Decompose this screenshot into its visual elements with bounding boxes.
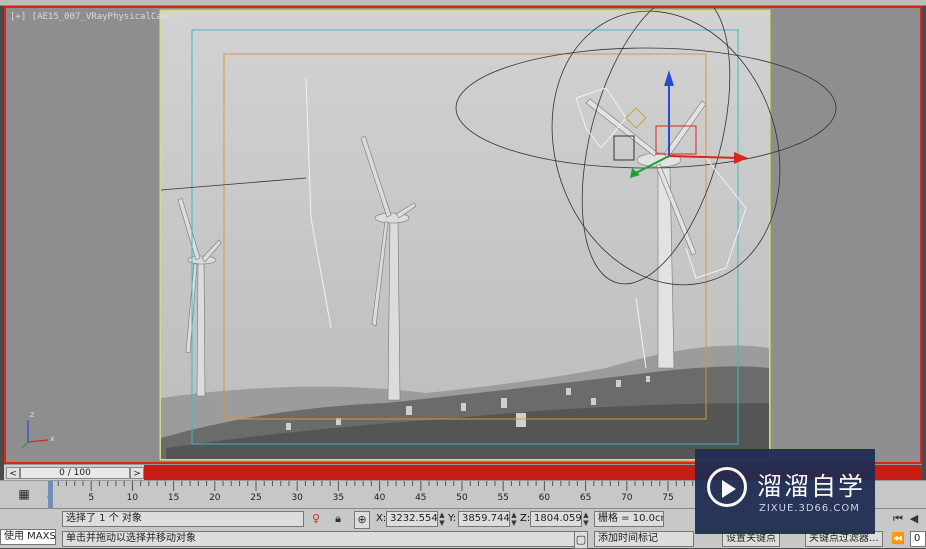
time-slider-prev-button[interactable]: < xyxy=(6,467,20,479)
ruler-tick-label: 40 xyxy=(373,493,386,503)
y-coord-spinner[interactable]: ▲ ▼ xyxy=(510,511,518,527)
ruler-tick-label: 55 xyxy=(497,493,509,503)
ruler-tick-label: 15 xyxy=(167,493,180,503)
ruler-tick-label: 5 xyxy=(88,493,95,503)
grid-size-display: 栅格 = 10.0cm xyxy=(594,511,664,527)
isolate-selection-icon[interactable]: ♀ xyxy=(308,511,324,527)
maxscript-listener-field[interactable]: 使用 MAXSc xyxy=(0,529,56,545)
axis-x-label: x xyxy=(50,434,55,443)
ruler-tick-label: 50 xyxy=(456,493,468,503)
ruler-tick-label: 25 xyxy=(250,493,262,503)
ruler-tick-label: 65 xyxy=(579,493,592,503)
absolute-mode-icon[interactable]: ⊕ xyxy=(354,511,370,529)
prev-frame-icon[interactable]: ◀ xyxy=(906,511,922,527)
viewport-label[interactable]: [+] [AE15_007_VRayPhysicalCam... xyxy=(10,12,183,22)
x-coord-field[interactable]: 3232.554c xyxy=(386,511,438,527)
site-watermark: 溜溜自学 ZIXUE.3D66.COM xyxy=(695,449,875,534)
time-slider-next-button[interactable]: > xyxy=(130,467,144,479)
z-coord-spinner[interactable]: ▲ ▼ xyxy=(582,511,590,527)
ruler-tick-label: 70 xyxy=(621,493,633,503)
time-tag-icon[interactable]: ▢ xyxy=(574,531,588,549)
ruler-tick-label: 45 xyxy=(415,493,427,503)
y-coord-field[interactable]: 3859.744c xyxy=(458,511,510,527)
selection-status: 选择了 1 个 对象 xyxy=(62,511,304,527)
add-time-tag[interactable]: 添加时间标记 xyxy=(594,531,694,547)
ruler-tick-label: 75 xyxy=(662,493,674,503)
current-frame-indicator[interactable] xyxy=(48,481,53,509)
ruler-tick-label: 35 xyxy=(332,493,345,503)
camera-viewport[interactable]: [+] [AE15_007_VRayPhysicalCam... z x xyxy=(4,6,922,464)
time-slider[interactable]: 0 / 100 xyxy=(20,467,130,479)
go-to-start-icon[interactable]: ⏮ xyxy=(890,511,906,527)
curve-editor-icon[interactable]: ▦ xyxy=(14,486,34,502)
ruler-tick-label: 30 xyxy=(291,493,303,503)
play-logo-icon xyxy=(707,467,747,507)
prompt-line: 单击并拖动以选择并移动对象 xyxy=(62,531,582,547)
current-frame-field[interactable]: 0 xyxy=(910,531,926,547)
watermark-url: ZIXUE.3D66.COM xyxy=(759,503,860,514)
selection-lock-icon[interactable]: 🔒︎ xyxy=(330,511,346,527)
ruler-tick-label: 10 xyxy=(126,493,139,503)
y-coord-label: Y: xyxy=(448,513,457,524)
x-coord-label: X: xyxy=(376,513,387,524)
prev-key-icon[interactable]: ⏪ xyxy=(890,531,906,547)
viewport-scene xyxy=(6,8,920,462)
z-coord-label: Z: xyxy=(520,513,531,524)
x-coord-spinner[interactable]: ▲ ▼ xyxy=(438,511,446,527)
ruler-tick-label: 60 xyxy=(538,493,551,503)
z-coord-field[interactable]: 1804.059c xyxy=(530,511,582,527)
watermark-title: 溜溜自学 xyxy=(757,472,866,501)
axis-z-label: z xyxy=(30,410,35,419)
ruler-tick-label: 20 xyxy=(209,493,221,503)
